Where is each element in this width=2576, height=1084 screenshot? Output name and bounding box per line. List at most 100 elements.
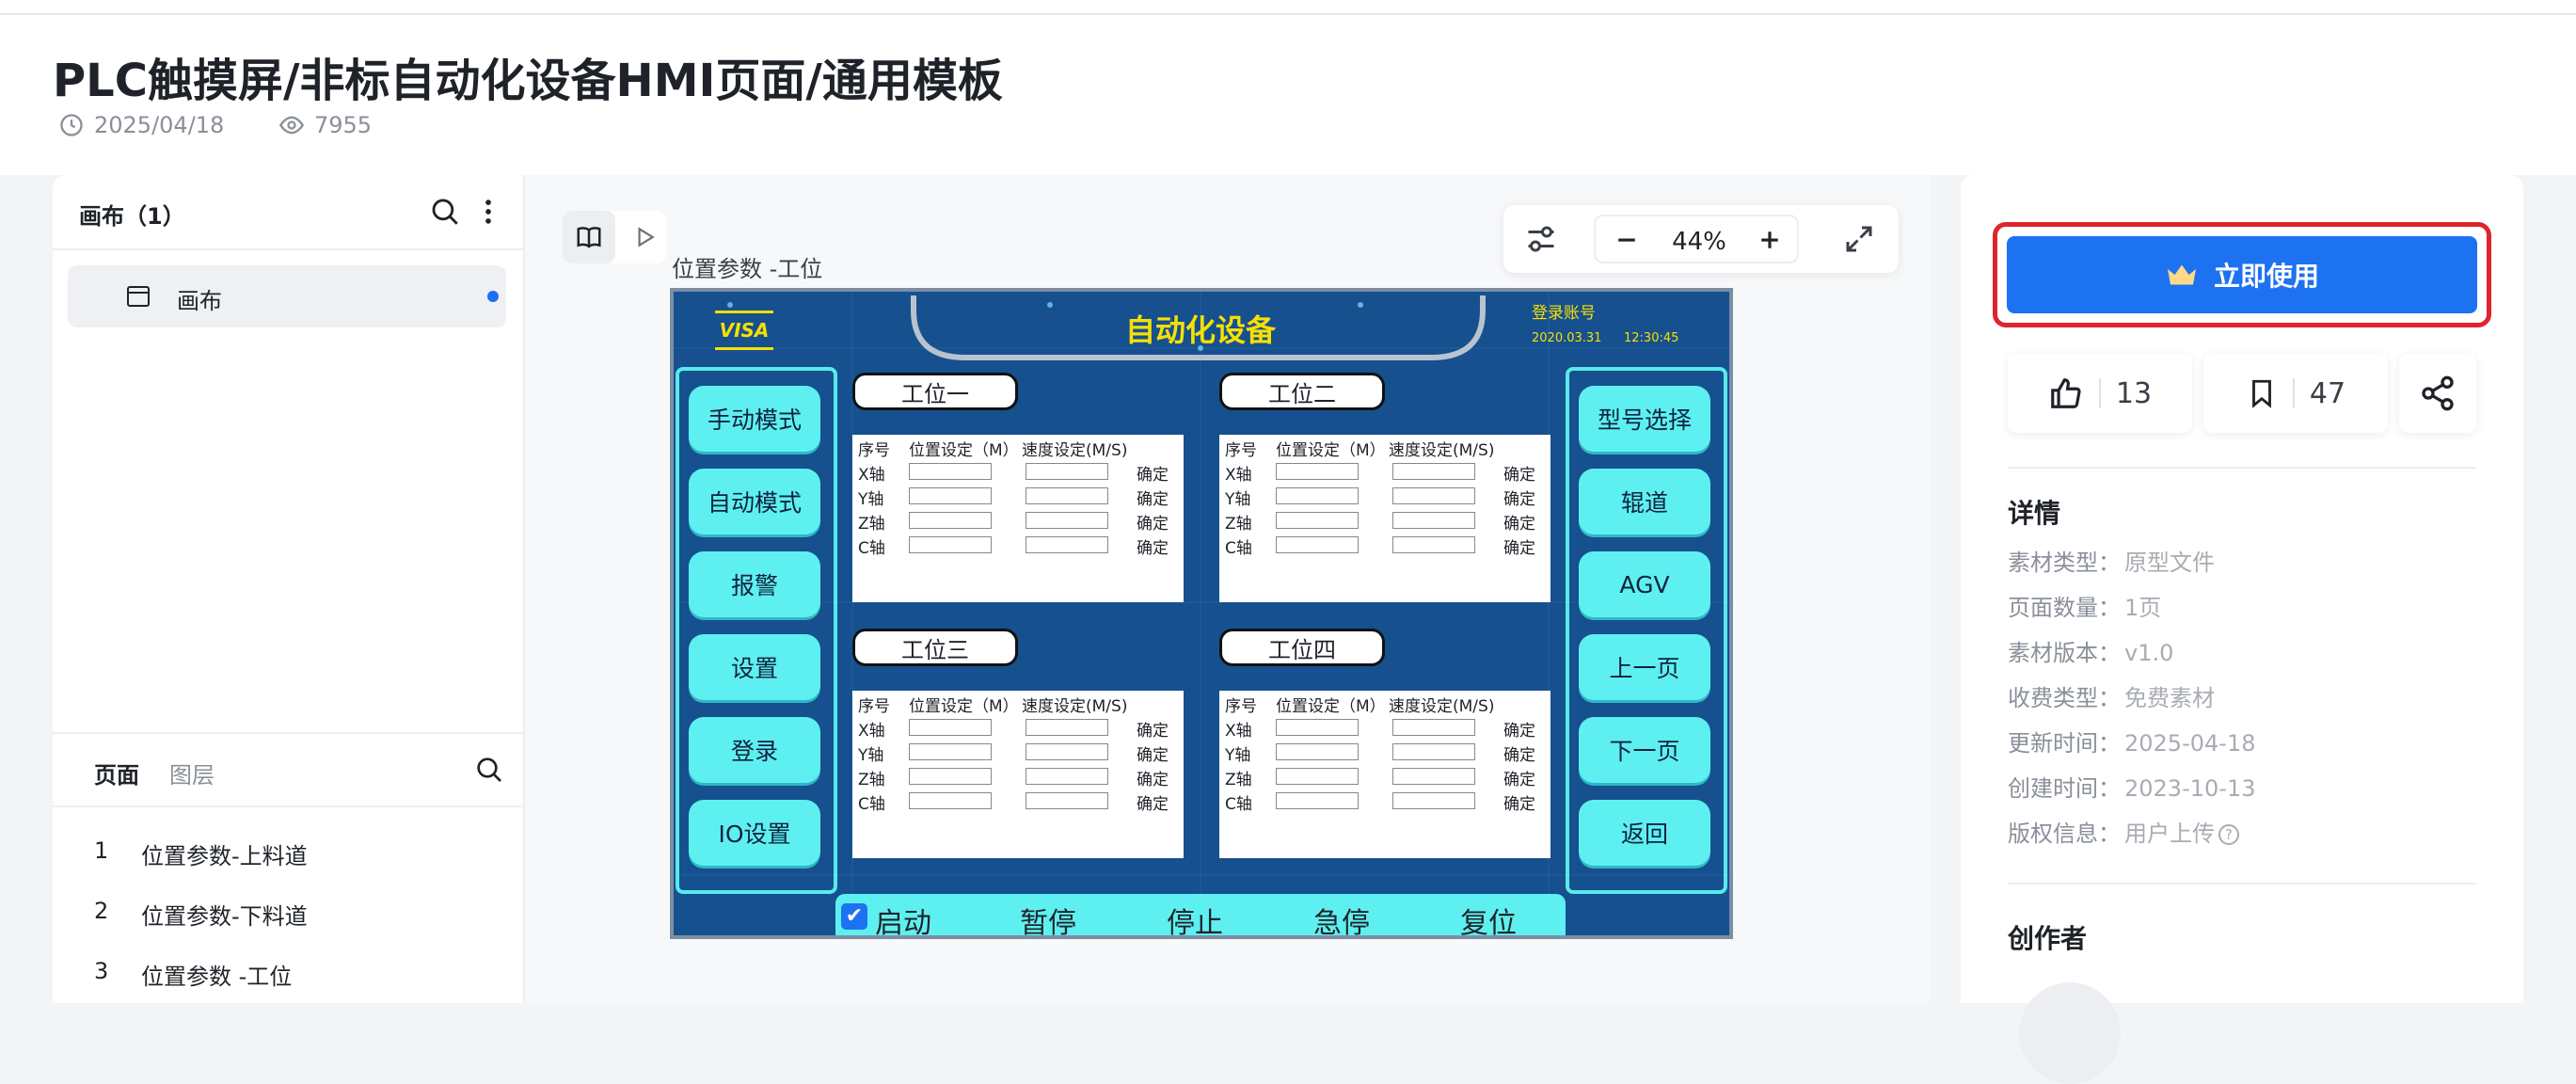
hmi-right-button[interactable]: AGV — [1579, 551, 1710, 617]
play-button[interactable] — [623, 211, 666, 263]
book-view-button[interactable] — [563, 211, 615, 263]
share-button[interactable] — [2399, 354, 2476, 433]
speed-input[interactable] — [1392, 719, 1475, 736]
current-page-label: 位置参数 -工位 — [672, 256, 823, 282]
page-name: 位置参数-上料道 — [141, 843, 308, 869]
checkbox-checked-icon[interactable]: ✔ — [841, 903, 867, 930]
reset-button[interactable]: 复位 — [1460, 900, 1517, 935]
hmi-left-button[interactable]: 手动模式 — [689, 386, 820, 452]
favorite-button[interactable]: 47 — [2203, 354, 2388, 433]
stop-button[interactable]: 停止 — [1167, 900, 1223, 935]
speed-input[interactable] — [1392, 768, 1475, 785]
confirm-button[interactable]: 确定 — [1137, 717, 1169, 741]
confirm-button[interactable]: 确定 — [1137, 741, 1169, 765]
position-input[interactable] — [909, 463, 992, 480]
confirm-button[interactable]: 确定 — [1137, 790, 1169, 814]
speed-input[interactable] — [1392, 792, 1475, 809]
confirm-button[interactable]: 确定 — [1503, 790, 1535, 814]
speed-input[interactable] — [1026, 536, 1108, 553]
hmi-login[interactable]: 登录账号 — [1532, 299, 1596, 323]
position-input[interactable] — [1276, 743, 1359, 760]
zoom-toolbar: 44% — [1503, 205, 1899, 273]
confirm-button[interactable]: 确定 — [1503, 486, 1535, 509]
search-icon[interactable] — [474, 755, 504, 785]
speed-input[interactable] — [1392, 512, 1475, 529]
position-input[interactable] — [909, 536, 992, 553]
start-button[interactable]: 启动 — [875, 900, 931, 935]
canvas-list-item[interactable]: 画布 — [68, 265, 506, 327]
position-input[interactable] — [1276, 792, 1359, 809]
hmi-right-button[interactable]: 下一页 — [1579, 717, 1710, 783]
avatar[interactable] — [2019, 982, 2121, 1084]
page-list-item[interactable]: 1 位置参数-上料道 — [53, 821, 523, 881]
position-input[interactable] — [909, 512, 992, 529]
bookmark-icon — [2251, 379, 2271, 408]
tab-layers[interactable]: 图层 — [169, 757, 215, 789]
position-input[interactable] — [909, 743, 992, 760]
help-icon[interactable]: ? — [2218, 824, 2239, 845]
position-input[interactable] — [1276, 719, 1359, 736]
confirm-button[interactable]: 确定 — [1137, 534, 1169, 558]
more-vertical-icon[interactable] — [472, 196, 504, 228]
position-input[interactable] — [1276, 536, 1359, 553]
search-icon[interactable] — [429, 196, 461, 228]
hmi-right-button[interactable]: 返回 — [1579, 800, 1710, 866]
speed-input[interactable] — [1026, 768, 1108, 785]
hmi-right-button[interactable]: 上一页 — [1579, 634, 1710, 700]
confirm-button[interactable]: 确定 — [1503, 461, 1535, 485]
pause-button[interactable]: 暂停 — [1020, 900, 1076, 935]
hmi-left-button[interactable]: 登录 — [689, 717, 820, 783]
confirm-button[interactable]: 确定 — [1137, 461, 1169, 485]
hmi-left-button[interactable]: 报警 — [689, 551, 820, 617]
confirm-button[interactable]: 确定 — [1503, 510, 1535, 534]
share-icon — [2422, 375, 2454, 411]
position-input[interactable] — [1276, 512, 1359, 529]
position-input[interactable] — [909, 719, 992, 736]
creator-title: 创作者 — [2008, 923, 2088, 954]
position-input[interactable] — [909, 792, 992, 809]
canvas-preview: 位置参数 -工位 44% VISA 自动化设备 登录账号 2020.03.31 … — [523, 175, 1931, 1003]
zoom-out-icon[interactable] — [1613, 226, 1641, 254]
hmi-right-button[interactable]: 辊道 — [1579, 469, 1710, 534]
speed-input[interactable] — [1026, 512, 1108, 529]
speed-input[interactable] — [1392, 743, 1475, 760]
confirm-button[interactable]: 确定 — [1503, 534, 1535, 558]
position-input[interactable] — [1276, 487, 1359, 504]
confirm-button[interactable]: 确定 — [1503, 766, 1535, 789]
page-list-item[interactable]: 2 位置参数-下料道 — [53, 881, 523, 941]
speed-input[interactable] — [1392, 536, 1475, 553]
position-input[interactable] — [1276, 768, 1359, 785]
like-button[interactable]: 13 — [2008, 354, 2192, 433]
confirm-button[interactable]: 确定 — [1137, 510, 1169, 534]
speed-input[interactable] — [1392, 487, 1475, 504]
page-name: 位置参数-下料道 — [141, 903, 308, 930]
hmi-left-button[interactable]: 设置 — [689, 634, 820, 700]
emergency-stop-button[interactable]: 急停 — [1313, 900, 1370, 935]
position-input[interactable] — [1276, 463, 1359, 480]
speed-input[interactable] — [1392, 463, 1475, 480]
col-seq: 序号 — [1225, 441, 1257, 460]
fullscreen-icon[interactable] — [1842, 222, 1876, 256]
hmi-left-button[interactable]: IO设置 — [689, 800, 820, 866]
axis-label: Y轴 — [858, 490, 884, 509]
page-list-item[interactable]: 3 位置参数 -工位 — [53, 941, 523, 1001]
position-input[interactable] — [909, 487, 992, 504]
confirm-button[interactable]: 确定 — [1137, 486, 1169, 509]
speed-input[interactable] — [1026, 792, 1108, 809]
confirm-button[interactable]: 确定 — [1503, 741, 1535, 765]
confirm-button[interactable]: 确定 — [1503, 717, 1535, 741]
confirm-button[interactable]: 确定 — [1137, 766, 1169, 789]
hmi-left-button[interactable]: 自动模式 — [689, 469, 820, 534]
position-input[interactable] — [909, 768, 992, 785]
hmi-right-button[interactable]: 型号选择 — [1579, 386, 1710, 452]
zoom-in-icon[interactable] — [1756, 226, 1784, 254]
station-table: 序号 位置设定（M） 速度设定(M/S) X轴 确定 Y轴 确定 Z轴 确定 C轴 确定 — [1219, 435, 1550, 602]
use-now-button[interactable]: 立即使用 — [2007, 236, 2477, 313]
speed-input[interactable] — [1026, 719, 1108, 736]
speed-input[interactable] — [1026, 743, 1108, 760]
speed-input[interactable] — [1026, 463, 1108, 480]
sliders-icon[interactable] — [1524, 222, 1558, 256]
like-count: 13 — [2115, 376, 2153, 410]
tab-pages[interactable]: 页面 — [94, 757, 139, 789]
speed-input[interactable] — [1026, 487, 1108, 504]
